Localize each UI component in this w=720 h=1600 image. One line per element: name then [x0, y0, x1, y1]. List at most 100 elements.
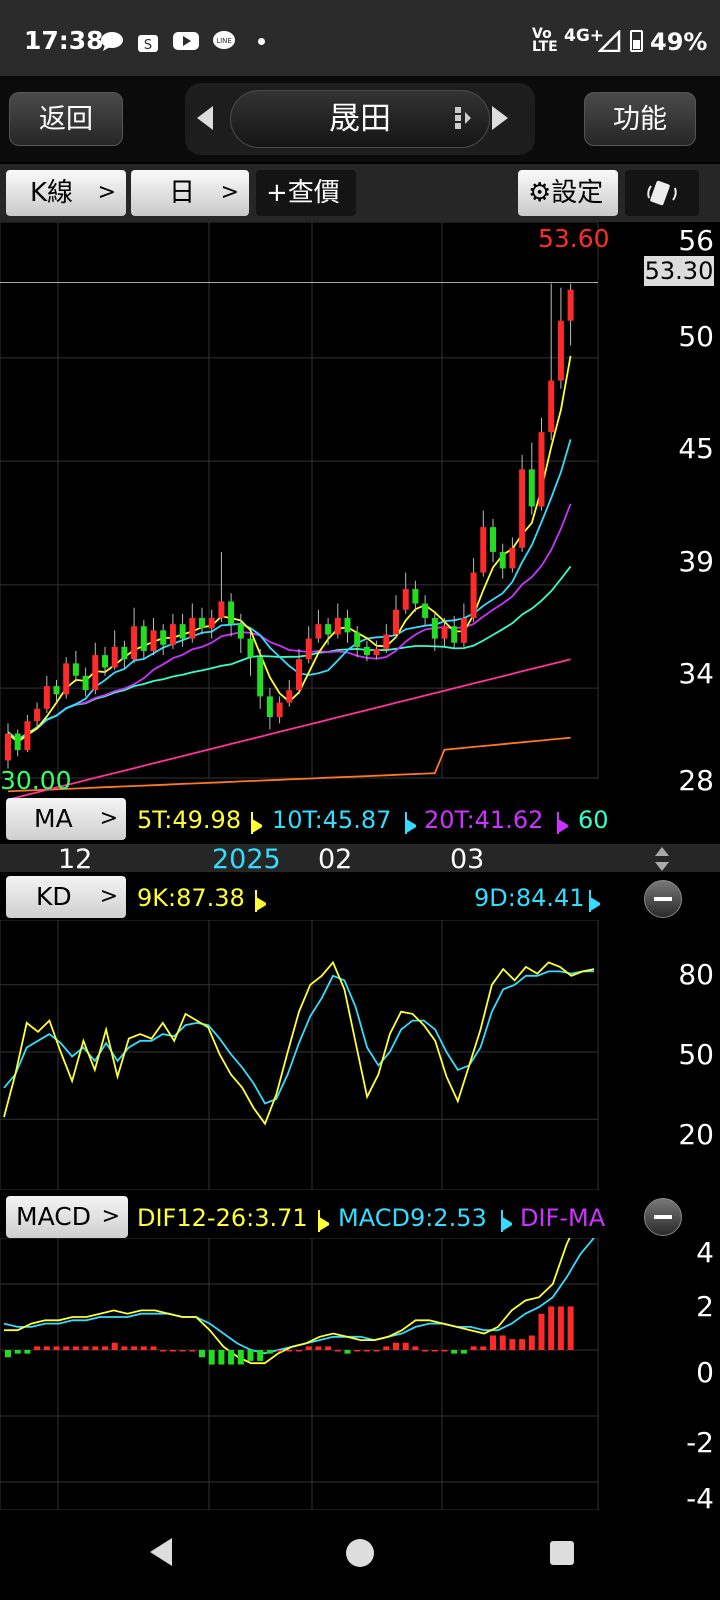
macd-histogram-bar [344, 1350, 351, 1354]
macd-axis-label: -2 [686, 1426, 714, 1459]
kd-indicator-selector[interactable]: KD > [6, 876, 126, 918]
candle-body [131, 626, 138, 660]
back-button[interactable]: 返回 [9, 92, 123, 146]
collapse-kd-button[interactable] [644, 880, 682, 918]
macd-histogram-bar [354, 1350, 361, 1352]
candle-body [43, 686, 50, 709]
macd-histogram-bar [218, 1350, 225, 1365]
candle-body [557, 320, 564, 381]
candle-body [286, 690, 293, 703]
macd-histogram-bar [334, 1350, 341, 1352]
candle-body [150, 630, 157, 651]
macd-histogram-bar [179, 1350, 186, 1352]
macd-histogram-bar [480, 1346, 487, 1350]
candle-body [296, 659, 302, 691]
price-axis-label: 39 [678, 545, 714, 578]
candle-body [567, 289, 574, 321]
macd-histogram-bar [189, 1350, 196, 1352]
macd-histogram-bar [237, 1350, 244, 1365]
candle-body [5, 733, 11, 761]
candle-body [412, 589, 419, 604]
query-price-button[interactable]: +查價 [256, 170, 356, 216]
macd-histogram-bar [131, 1346, 138, 1350]
macd-histogram-bar [315, 1346, 322, 1350]
candle-body [111, 646, 118, 668]
macd-histogram-bar [121, 1346, 128, 1350]
stock-name[interactable]: 晟田 [230, 90, 490, 148]
kline-label: K線 [30, 178, 74, 208]
macd-histogram-bar [470, 1346, 477, 1350]
macd-histogram-bar [412, 1346, 419, 1350]
home-nav-icon[interactable] [345, 1538, 375, 1568]
recents-nav-icon[interactable] [549, 1540, 575, 1566]
macd-histogram-bar [363, 1350, 370, 1352]
macd-histogram-bar [247, 1350, 254, 1361]
candle-body [72, 663, 79, 676]
chevron-right-icon: > [220, 180, 239, 205]
settings-button[interactable]: ⚙設定 [518, 170, 618, 216]
period-label: 日 [169, 178, 196, 208]
back-nav-icon[interactable] [146, 1536, 174, 1568]
d-flag-icon [589, 890, 600, 912]
date-label: 12 [58, 844, 93, 875]
candle-body [82, 675, 89, 691]
line-icon: LINE [213, 31, 235, 49]
candle-body [363, 646, 370, 656]
candle-body [441, 626, 448, 639]
macd-histogram-bar [102, 1346, 108, 1350]
macd-histogram-bar [422, 1350, 429, 1352]
function-button[interactable]: 功能 [584, 92, 696, 146]
status-bar: 17:38 S LINE Vo LTE 4G+ 49% [0, 0, 720, 76]
next-stock-icon[interactable] [490, 104, 510, 132]
collapse-macd-button[interactable] [644, 1198, 682, 1236]
candle-body [519, 469, 526, 548]
candle-body [528, 469, 535, 507]
drag-handle-icon[interactable] [453, 104, 473, 132]
macd-histogram-bar [92, 1346, 99, 1350]
kd-chart[interactable] [0, 920, 610, 1190]
kline-selector[interactable]: K線 > [6, 170, 126, 216]
ma-indicator-selector[interactable]: MA > [6, 798, 126, 840]
candle-body [218, 601, 225, 618]
macd-histogram-bar [14, 1350, 21, 1354]
candle-body [247, 638, 254, 658]
macd-histogram-bar [276, 1350, 283, 1352]
ma10-value: 10T:45.87 [272, 806, 392, 834]
macd-histogram-bar [538, 1313, 545, 1350]
year-label: 2025 [212, 844, 281, 875]
signal-icon [598, 30, 621, 52]
candle-body [305, 638, 312, 660]
candlestick-chart[interactable] [0, 222, 610, 800]
macd-axis-label: 2 [696, 1290, 714, 1323]
price-axis-label: 34 [678, 657, 714, 690]
macd-histogram-bar [24, 1350, 31, 1354]
macd-histogram-bar [286, 1350, 293, 1352]
ma20-value: 20T:41.62 [424, 806, 544, 834]
candle-body [490, 527, 496, 552]
prev-stock-icon[interactable] [195, 104, 215, 132]
system-nav-bar [0, 1510, 720, 1600]
macd-signal-value: MACD9:2.53 [338, 1204, 487, 1232]
macd-frame [0, 1238, 599, 1510]
candle-body [480, 527, 487, 573]
candle-body [266, 696, 273, 718]
rotate-screen-button[interactable] [625, 170, 699, 216]
macd-histogram-bar [111, 1342, 118, 1350]
ma5-value: 5T:49.98 [137, 806, 242, 834]
date-label: 03 [450, 844, 485, 875]
chevron-right-icon: > [99, 806, 118, 831]
macd-indicator-selector[interactable]: MACD > [6, 1196, 128, 1238]
rotate-icon [647, 180, 677, 206]
battery-icon [630, 30, 643, 52]
period-selector[interactable]: 日 > [131, 170, 249, 216]
macd-histogram-bar [509, 1339, 516, 1350]
candle-body [325, 624, 332, 635]
macd-chart[interactable] [0, 1238, 610, 1510]
candle-body [470, 572, 477, 618]
macd-histogram-bar [499, 1335, 506, 1350]
resize-pane-icon[interactable] [654, 846, 670, 872]
macd-histogram-bar [72, 1346, 79, 1350]
kd-tag-label: KD [36, 882, 72, 911]
date-label: 02 [318, 844, 353, 875]
candle-body [102, 655, 108, 668]
